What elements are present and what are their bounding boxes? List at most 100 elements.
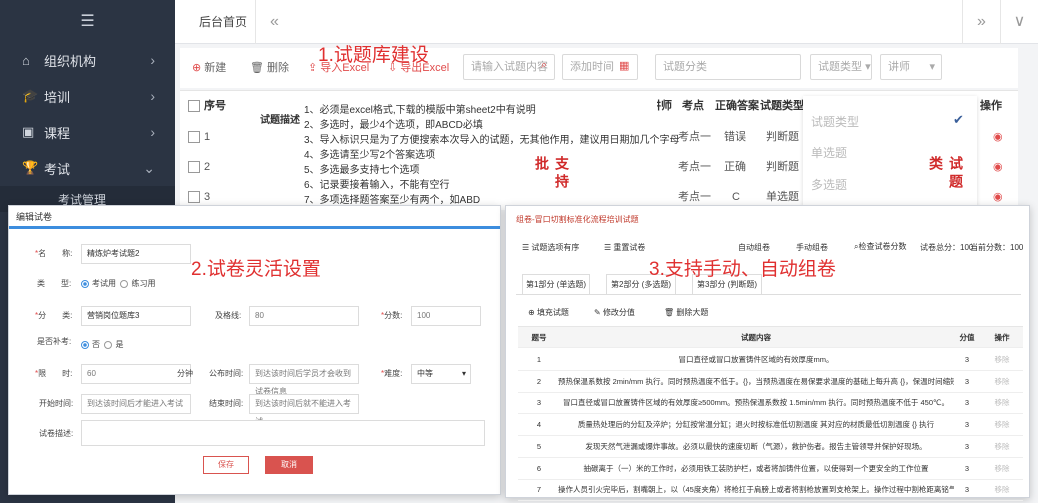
teacher-select[interactable]: 讲师 ▾ — [880, 54, 942, 80]
cancel-button[interactable]: 取消 — [265, 456, 313, 474]
sidebar-item-training[interactable]: 🎓 培训 › — [0, 78, 175, 114]
tab-home[interactable]: 后台首页 — [189, 0, 257, 44]
delete-button[interactable]: 🗑 删除 — [250, 56, 289, 80]
search-icon[interactable]: ⌕ — [541, 59, 547, 72]
view-icon[interactable]: ◉ — [993, 153, 1003, 181]
home-icon: ⌂ — [22, 52, 30, 68]
annotation-1: 1.试题库建设 — [318, 45, 429, 66]
type-select[interactable]: 试题类型 ▾ — [810, 54, 872, 80]
tabs-prev-button[interactable]: « — [255, 0, 293, 44]
remove-link[interactable]: 移除 — [984, 414, 1020, 436]
panel-title: 编辑试卷 — [9, 206, 500, 229]
import-tip-popover: 试题描述 1、必须是excel格式,下载的模版中第sheet2中有说明 2、多选… — [242, 97, 680, 209]
paper-table-header: 题号 试题内容 分值 操作 — [518, 326, 1023, 348]
kind-radio-group[interactable]: 考试用 练习用 — [81, 278, 155, 289]
new-label: 新建 — [204, 62, 227, 74]
makeup-radio-group[interactable]: 否 是 — [81, 339, 123, 350]
check-icon: ✔ — [953, 112, 964, 127]
reset-paper-button[interactable]: ☰ 重置试卷 — [604, 242, 645, 253]
caret-down-icon: ▾ — [929, 61, 935, 73]
table-cell-content: 抽碳离于（一）米的工作时，必须用铁工装防护栏，或者将加铸件位置，以使得到一个更安… — [583, 463, 929, 473]
remove-link[interactable]: 移除 — [984, 479, 1020, 501]
col-no: 题号 — [531, 333, 547, 342]
trash-icon: 🗑 — [250, 62, 264, 74]
name-field[interactable]: 精炼炉考试题2 — [81, 244, 191, 264]
tip-line: 1、必须是excel格式,下载的模版中第sheet2中有说明 — [304, 105, 536, 116]
start-time-field[interactable]: 到达该时间后才能进入考试 — [81, 394, 191, 414]
fill-questions-label: 填充试题 — [536, 308, 569, 317]
edit-score-button[interactable]: ✎ 修改分值 — [594, 307, 635, 318]
dropdown-option[interactable]: 单选题 — [811, 144, 847, 161]
difficulty-select[interactable]: 中等 ▾ — [411, 364, 471, 384]
sidebar-item-exam[interactable]: 🏆 考试 ⌄ — [0, 150, 175, 186]
caret-down-icon: ▾ — [865, 61, 871, 73]
fill-questions-button[interactable]: ⊕ 填充试题 — [528, 307, 569, 318]
description-label: 试卷描述: — [39, 429, 74, 438]
chevron-right-icon: › — [150, 52, 155, 68]
sidebar-item-label: 课程 — [44, 125, 71, 141]
delete-section-button[interactable]: 🗑 删除大题 — [664, 307, 708, 318]
tabs-more-button[interactable]: ∨ — [1000, 0, 1038, 44]
row-checkbox[interactable] — [188, 123, 200, 151]
tabs-next-button[interactable]: » — [962, 0, 1000, 44]
table-cell-type: 判断题 — [766, 161, 799, 173]
radio-label: 考试用 — [92, 279, 116, 288]
option-order-button[interactable]: ☰ 试题选项有序 — [522, 242, 579, 253]
view-icon[interactable]: ◉ — [993, 123, 1003, 151]
pencil-icon: ✎ — [594, 308, 601, 317]
graduation-cap-icon: 🎓 — [22, 88, 39, 103]
pass-field[interactable]: 80 — [249, 306, 359, 326]
table-cell-score: 3 — [964, 376, 970, 386]
table-cell-score: 3 — [964, 485, 970, 495]
manual-compose-button[interactable]: 手动组卷 — [796, 242, 828, 253]
publish-time-field[interactable]: 到达该时间后学员才会收到试卷信息 — [249, 364, 359, 396]
option-order-label: 试题选项有序 — [531, 243, 580, 252]
save-button[interactable]: 保存 — [203, 456, 249, 474]
row-checkbox[interactable] — [188, 153, 200, 181]
table-cell-score: 3 — [964, 398, 970, 408]
start-time-label: 开始时间: — [39, 399, 74, 408]
caret-down-icon: ▾ — [461, 369, 466, 378]
category-field[interactable]: 营销岗位题库3 — [81, 306, 191, 326]
calendar-icon[interactable]: ▦ — [619, 59, 629, 72]
table-cell-no: 3 — [536, 398, 542, 408]
trash-icon: 🗑 — [664, 308, 675, 317]
table-row: 2 预热保温系数按 2min/mm 执行。同时预热温度不低于。{}，当预热温度在易… — [518, 371, 1023, 393]
list-icon: ☰ — [522, 243, 530, 252]
tip-list: 1、必须是excel格式,下载的模版中第sheet2中有说明 2、多选时，最少4… — [304, 103, 680, 208]
dropdown-option[interactable]: 试题类型 — [811, 113, 859, 130]
header-checkbox[interactable] — [188, 91, 200, 121]
time-field[interactable]: 60 — [81, 364, 191, 384]
time-label: *限 时: — [35, 369, 73, 378]
col-type: 试题类型 — [760, 100, 804, 112]
table-cell-content: 发现天然气泄漏或爆炸事故。必须以最快的速度切断（气源），救护伤者。报告主管领导并… — [585, 441, 927, 451]
remove-link[interactable]: 移除 — [984, 371, 1020, 393]
category-input[interactable]: 试题分类 — [655, 54, 801, 80]
auto-compose-button[interactable]: 自动组卷 — [738, 242, 770, 253]
remove-link[interactable]: 移除 — [984, 392, 1020, 414]
remove-link[interactable]: 移除 — [984, 436, 1020, 458]
score-field[interactable]: 100 — [411, 306, 481, 326]
end-time-field[interactable]: 到达该时间后就不能进入考试 — [249, 394, 359, 426]
toolbar: ⊕ 新建 🗑 删除 ⇪ 导入Excel ⇩ 导出Excel 请输入试题内容 ⌕ … — [180, 48, 1018, 88]
tip-line: 6、记录要接着输入，不能有空行 — [304, 180, 450, 191]
table-cell-score: 3 — [964, 420, 970, 430]
name-label-text: 名 称: — [38, 249, 73, 258]
col-answer: 正确答案 — [715, 100, 759, 112]
hamburger-icon[interactable]: ☰ — [0, 0, 175, 42]
check-score-button[interactable]: ⌕检查试卷分数 — [854, 241, 906, 252]
tip-line: 4、多选请至少写2个答案选项 — [304, 150, 436, 161]
description-field[interactable] — [81, 420, 485, 446]
annotation-vertical-1: 支持批 — [533, 156, 569, 192]
remove-link[interactable]: 移除 — [984, 458, 1020, 480]
table-cell-type: 判断题 — [766, 131, 799, 143]
remove-link[interactable]: 移除 — [984, 349, 1020, 371]
sidebar-item-org[interactable]: ⌂ 组织机构 › — [0, 42, 175, 78]
tip-line: 3、导入标识只是为了方便搜索本次导入的试题，无其他作用，建议用日期加几个字母 — [304, 135, 680, 146]
sidebar-item-course[interactable]: ▣ 课程 › — [0, 114, 175, 150]
makeup-label: 是否补考: — [37, 337, 72, 346]
tab-part-1[interactable]: 第1部分 (单选题) — [522, 274, 590, 294]
table-cell-no: 5 — [536, 441, 542, 451]
dropdown-option[interactable]: 多选题 — [811, 176, 847, 193]
new-button[interactable]: ⊕ 新建 — [192, 56, 226, 80]
